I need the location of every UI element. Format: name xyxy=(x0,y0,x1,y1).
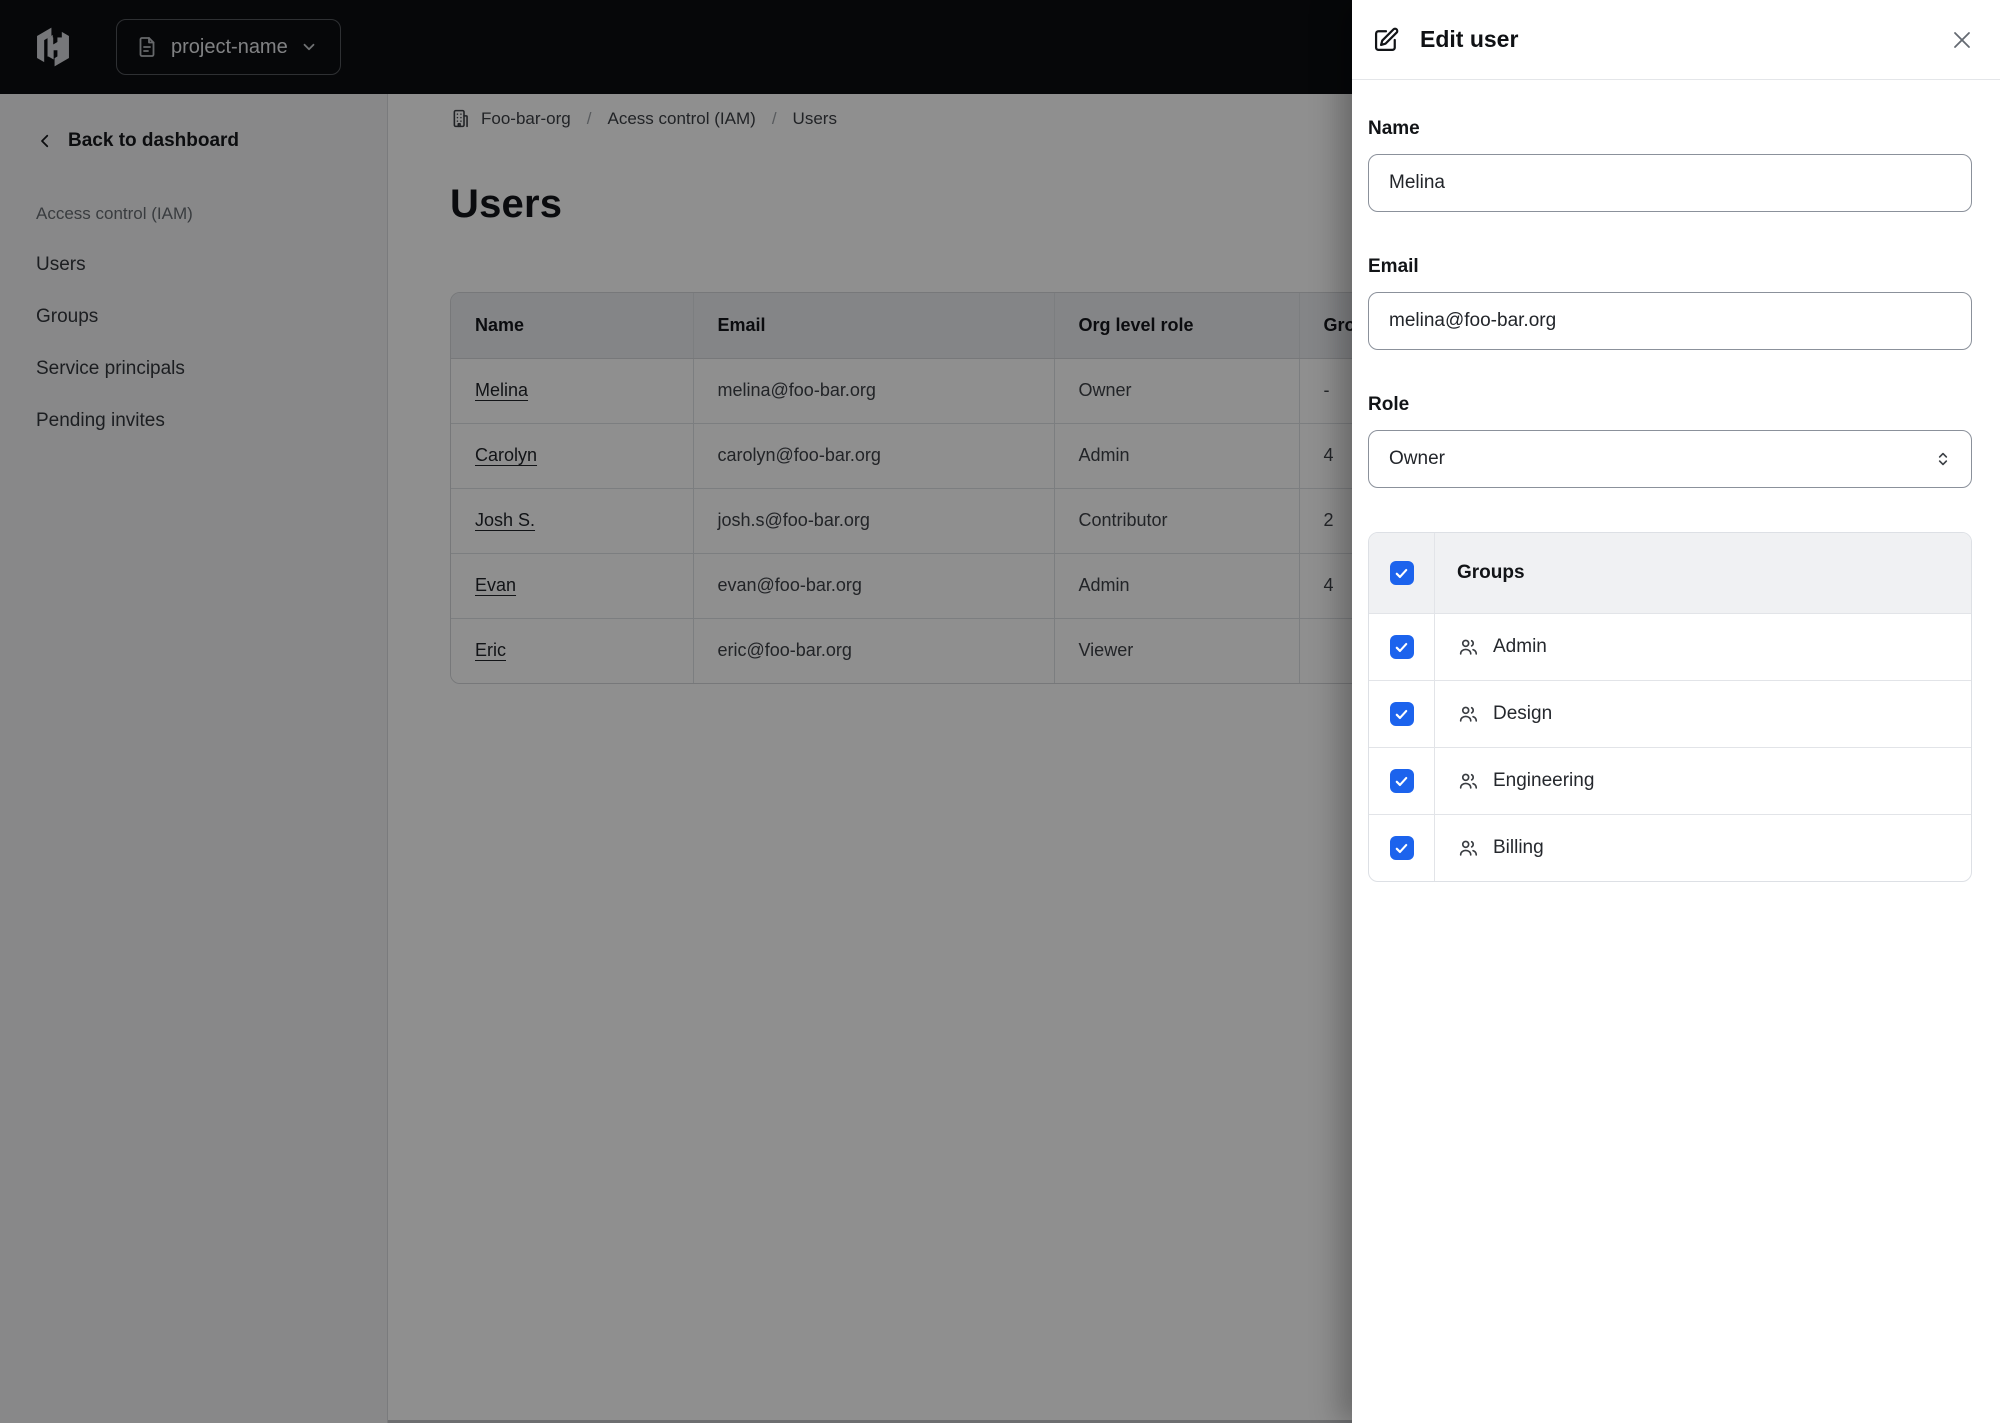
column-header-name: Name xyxy=(451,293,694,359)
breadcrumb-org[interactable]: Foo-bar-org xyxy=(450,108,571,129)
check-icon xyxy=(1395,642,1408,652)
user-name-link[interactable]: Melina xyxy=(475,380,528,400)
column-header-email: Email xyxy=(693,293,1055,359)
chevron-down-icon xyxy=(303,43,315,51)
name-input[interactable] xyxy=(1368,154,1972,212)
sidebar-item-users[interactable]: Users xyxy=(36,254,387,276)
user-role-cell: Admin xyxy=(1054,553,1300,619)
check-icon xyxy=(1395,709,1408,719)
user-role-cell: Admin xyxy=(1054,423,1300,489)
group-checkbox[interactable] xyxy=(1389,769,1414,793)
user-email-cell: carolyn@foo-bar.org xyxy=(693,423,1055,489)
group-row-billing: Billing xyxy=(1369,814,1971,881)
email-field-label: Email xyxy=(1368,256,1419,277)
groups-header-label: Groups xyxy=(1457,562,1525,583)
email-field-group: Email xyxy=(1368,256,1972,350)
sidebar-section-label: Access control (IAM) xyxy=(36,204,193,223)
close-icon xyxy=(1954,31,1970,48)
back-to-dashboard-link[interactable]: Back to dashboard xyxy=(36,130,387,152)
drawer-header: Edit user xyxy=(1352,0,2000,80)
group-row-design: Design xyxy=(1369,680,1971,747)
groups-checklist: Groups Admin Design Engineering Billing xyxy=(1368,532,1972,882)
document-icon xyxy=(139,37,155,57)
breadcrumb: Foo-bar-org / Acess control (IAM) / User… xyxy=(450,108,837,129)
group-checkbox[interactable] xyxy=(1389,635,1414,659)
edit-user-drawer: Edit user Name Email Role Owner xyxy=(1352,0,2000,1423)
email-input[interactable] xyxy=(1368,292,1972,350)
breadcrumb-separator: / xyxy=(771,108,777,128)
page-title: Users xyxy=(450,182,563,226)
role-field-label: Role xyxy=(1368,394,1410,415)
sidebar: Back to dashboard Access control (IAM) U… xyxy=(0,94,388,1423)
users-icon xyxy=(1459,773,1478,789)
select-all-groups-checkbox[interactable] xyxy=(1389,561,1414,585)
group-label: Admin xyxy=(1493,636,1547,657)
group-label: Billing xyxy=(1493,837,1544,858)
project-name-label: project-name xyxy=(171,35,288,58)
group-row-engineering: Engineering xyxy=(1369,747,1971,814)
drawer-title: Edit user xyxy=(1420,26,1519,52)
breadcrumb-section[interactable]: Acess control (IAM) xyxy=(608,109,756,129)
group-row-admin: Admin xyxy=(1369,613,1971,680)
breadcrumb-section-label: Acess control (IAM) xyxy=(607,108,756,128)
user-email-cell: eric@foo-bar.org xyxy=(693,618,1055,683)
organization-icon xyxy=(453,109,468,128)
user-role-cell: Owner xyxy=(1054,358,1300,424)
breadcrumb-separator: / xyxy=(586,108,592,128)
group-label: Design xyxy=(1493,703,1553,724)
users-icon xyxy=(1459,639,1478,655)
breadcrumb-org-label: Foo-bar-org xyxy=(481,108,571,128)
user-role-cell: Contributor xyxy=(1054,488,1300,554)
name-field-label: Name xyxy=(1368,118,1420,139)
role-select[interactable]: Owner xyxy=(1368,430,1972,488)
group-checkbox[interactable] xyxy=(1389,836,1414,860)
check-icon xyxy=(1395,568,1408,578)
user-name-link[interactable]: Josh S. xyxy=(475,510,535,530)
chevrons-up-down-icon xyxy=(1938,452,1948,466)
group-label: Engineering xyxy=(1493,770,1595,791)
breadcrumb-page-label: Users xyxy=(792,108,837,128)
users-icon xyxy=(1459,840,1478,856)
user-email-cell: melina@foo-bar.org xyxy=(693,358,1055,424)
user-name-link[interactable]: Eric xyxy=(475,640,506,660)
role-field-group: Role Owner xyxy=(1368,394,1972,488)
user-email-cell: josh.s@foo-bar.org xyxy=(693,488,1055,554)
role-select-value: Owner xyxy=(1389,448,1445,469)
user-name-link[interactable]: Carolyn xyxy=(475,445,537,465)
users-icon xyxy=(1459,706,1478,722)
edit-icon xyxy=(1374,27,1399,51)
user-name-link[interactable]: Evan xyxy=(475,575,516,595)
check-icon xyxy=(1395,776,1408,786)
project-switcher-button[interactable]: project-name xyxy=(116,19,341,75)
sidebar-item-pending-invites[interactable]: Pending invites xyxy=(36,410,387,432)
sidebar-item-groups[interactable]: Groups xyxy=(36,306,387,328)
back-to-dashboard-label: Back to dashboard xyxy=(68,130,240,151)
column-header-role: Org level role xyxy=(1054,293,1300,359)
groups-header-row: Groups xyxy=(1369,533,1971,613)
name-field-group: Name xyxy=(1368,118,1972,212)
user-role-cell: Viewer xyxy=(1054,618,1300,683)
sidebar-item-service-principals[interactable]: Service principals xyxy=(36,358,387,380)
check-icon xyxy=(1395,843,1408,853)
close-button[interactable] xyxy=(1950,28,1974,52)
group-checkbox[interactable] xyxy=(1389,702,1414,726)
breadcrumb-page[interactable]: Users xyxy=(793,109,837,129)
chevron-left-icon xyxy=(41,134,49,148)
hashicorp-logo-icon[interactable] xyxy=(32,26,74,68)
user-email-cell: evan@foo-bar.org xyxy=(693,553,1055,619)
